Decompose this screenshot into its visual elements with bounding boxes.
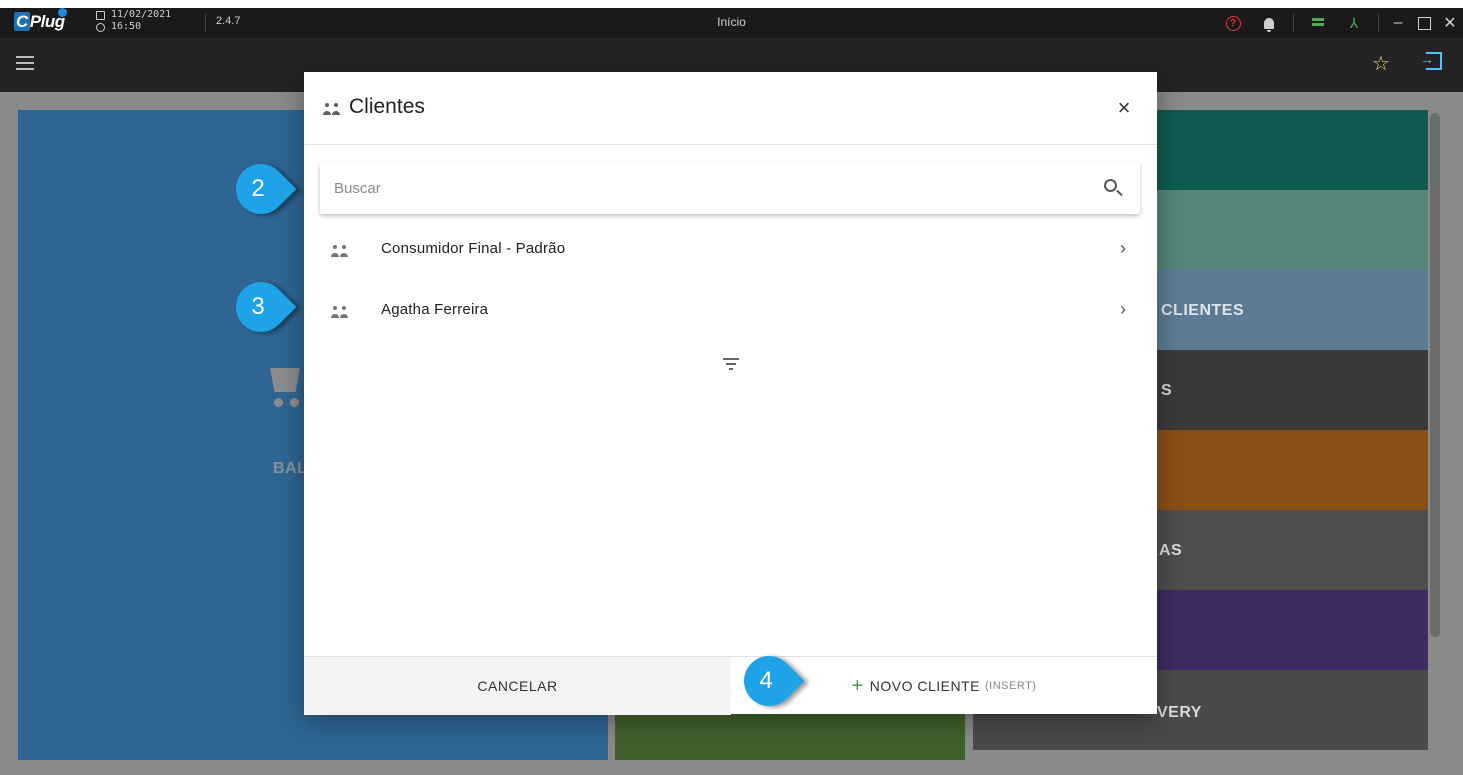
favorite-star-button[interactable]: ☆ xyxy=(1372,51,1390,76)
menu-button[interactable] xyxy=(16,56,34,70)
date-text: 11/02/2021 xyxy=(111,9,172,20)
network-icon: ⅄ xyxy=(1349,14,1359,31)
close-dialog-button[interactable]: × xyxy=(1109,93,1139,123)
people-icon xyxy=(323,103,341,115)
app-logo: C Plug xyxy=(14,12,65,31)
chevron-right-icon: › xyxy=(1120,238,1126,258)
tile-clientes-label: CLIENTES xyxy=(1161,302,1245,319)
new-client-label: NOVO CLIENTE xyxy=(869,678,980,694)
titlebar-actions: ? ⅄ – ✕ xyxy=(1215,8,1463,38)
clientes-dialog: Clientes × Consumidor Final - Padrão › A… xyxy=(304,72,1157,715)
logout-button[interactable] xyxy=(1420,51,1442,70)
shortcut-hint: (INSERT) xyxy=(984,680,1037,692)
search-box xyxy=(320,162,1140,214)
bell-icon xyxy=(1264,17,1274,32)
clock-icon xyxy=(96,22,105,32)
minimize-button[interactable]: – xyxy=(1385,8,1411,38)
tile-orange[interactable] xyxy=(1157,430,1428,510)
server-icon xyxy=(1312,17,1324,29)
tile-clientes[interactable]: CLIENTES xyxy=(1157,270,1428,350)
version-text: 2.4.7 xyxy=(216,15,241,27)
chevron-right-icon: › xyxy=(1120,299,1126,319)
scrollbar[interactable] xyxy=(1430,113,1440,637)
time-text: 16:50 xyxy=(111,21,142,32)
tile-purple[interactable] xyxy=(1157,590,1428,670)
calendar-icon xyxy=(96,10,105,20)
tile-teal[interactable] xyxy=(1157,110,1428,190)
people-icon xyxy=(331,245,349,257)
tile-gray[interactable]: AS xyxy=(1157,510,1428,590)
help-button[interactable]: ? xyxy=(1215,8,1251,38)
people-icon xyxy=(331,306,349,318)
title-bar: C Plug 11/02/2021 16:50 2.4.7 Início ? ⅄ … xyxy=(0,0,1463,38)
client-name: Agatha Ferreira xyxy=(381,301,489,318)
datetime-display: 11/02/2021 16:50 xyxy=(96,9,171,33)
search-input[interactable] xyxy=(320,162,1090,214)
client-name: Consumidor Final - Padrão xyxy=(381,240,566,257)
maximize-icon xyxy=(1417,16,1431,30)
tile-gray-label: AS xyxy=(1159,542,1183,559)
logo-dot-icon xyxy=(58,8,67,17)
tile-balcao-label: BAL xyxy=(273,460,308,477)
tile-dark-label: S xyxy=(1161,382,1173,399)
notifications-button[interactable] xyxy=(1251,8,1287,38)
dialog-header: Clientes × xyxy=(304,72,1157,145)
search-icon[interactable] xyxy=(1104,179,1117,192)
help-icon: ? xyxy=(1225,15,1241,31)
tile-dark[interactable]: S xyxy=(1157,350,1428,430)
callout-marker: 3 xyxy=(225,271,297,343)
callout-marker: 2 xyxy=(225,153,297,225)
tile-teal-light[interactable] xyxy=(1157,190,1428,270)
network-status-button[interactable]: ⅄ xyxy=(1336,8,1372,38)
tile-delivery-label: VERY xyxy=(1157,704,1202,721)
cart-icon xyxy=(270,368,304,408)
server-status-button[interactable] xyxy=(1300,8,1336,38)
maximize-button[interactable] xyxy=(1411,8,1437,38)
close-window-button[interactable]: ✕ xyxy=(1437,8,1463,38)
client-list-item[interactable]: Consumidor Final - Padrão › xyxy=(320,221,1140,281)
divider xyxy=(1293,14,1294,32)
client-list-item[interactable]: Agatha Ferreira › xyxy=(320,282,1140,342)
dialog-title: Clientes xyxy=(349,95,425,118)
cancel-button[interactable]: CANCELAR xyxy=(304,657,731,715)
filter-icon[interactable] xyxy=(723,358,739,370)
callout-marker: 4 xyxy=(733,645,805,717)
app-window: C Plug 11/02/2021 16:50 2.4.7 Início ? ⅄ … xyxy=(0,0,1463,775)
plus-icon: + xyxy=(851,675,864,697)
dialog-footer: CANCELAR + NOVO CLIENTE (INSERT) xyxy=(304,656,1157,715)
divider xyxy=(1378,14,1379,32)
divider xyxy=(205,14,206,32)
